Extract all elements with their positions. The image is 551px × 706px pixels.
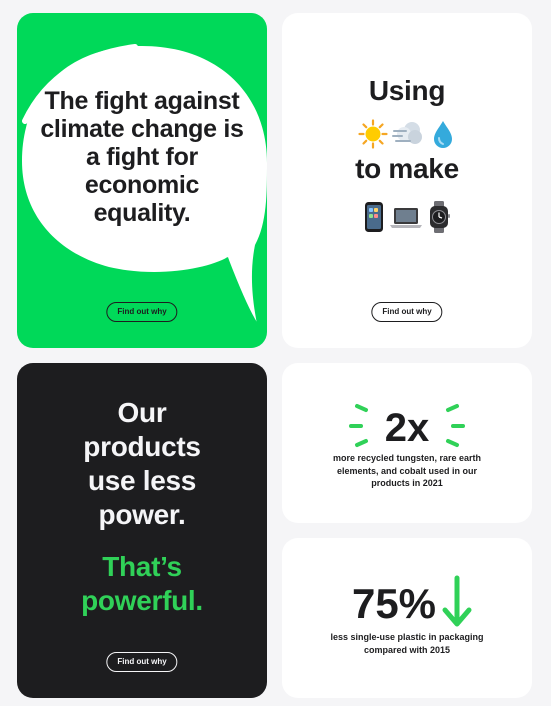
macbook-icon (390, 208, 422, 228)
sun-icon (358, 119, 388, 149)
energy-sources-row (282, 119, 532, 149)
power-headline-line-3: use less (87, 465, 197, 496)
seventy-five-percent-stat: 75% (352, 580, 436, 627)
two-x-stat: 2x (385, 406, 430, 450)
power-headline-line-4: power. (98, 499, 186, 530)
find-out-why-button[interactable]: Find out why (106, 652, 178, 672)
find-out-why-button[interactable]: Find out why (371, 302, 443, 322)
water-drop-icon (434, 121, 452, 148)
recycled-materials-caption: more recycled tungsten, rare earth eleme… (332, 453, 482, 488)
two-x-stat-graphic: 2x (349, 404, 465, 450)
recycled-materials-card: 2x more recycled tungsten, rare earth el… (282, 363, 532, 523)
powerful-tagline-line-1: That’s (102, 551, 182, 582)
less-power-card: Our products use less power. That’s powe… (17, 363, 267, 698)
plastic-reduction-card: 75% less single-use plastic in packaging… (282, 538, 532, 698)
down-arrow-icon (442, 575, 472, 627)
power-headline-line-2: products (83, 431, 201, 462)
find-out-why-button[interactable]: Find out why (106, 302, 178, 322)
power-headline-line-1: Our (117, 397, 167, 428)
apple-watch-icon (430, 201, 450, 233)
products-row (282, 201, 532, 233)
iphone-icon (365, 202, 383, 232)
wind-icon (392, 122, 422, 144)
climate-headline: The fight against climate change is a fi… (40, 87, 244, 227)
renewable-energy-card: Using to make Find out why (282, 13, 532, 348)
powerful-tagline-line-2: powerful. (81, 585, 203, 616)
using-heading: Using (368, 75, 446, 106)
climate-equality-card: The fight against climate change is a fi… (17, 13, 267, 348)
plastic-reduction-caption: less single-use plastic in packaging com… (330, 632, 484, 655)
to-make-heading: to make (355, 153, 459, 184)
seventy-five-stat-graphic: 75% (352, 575, 472, 627)
